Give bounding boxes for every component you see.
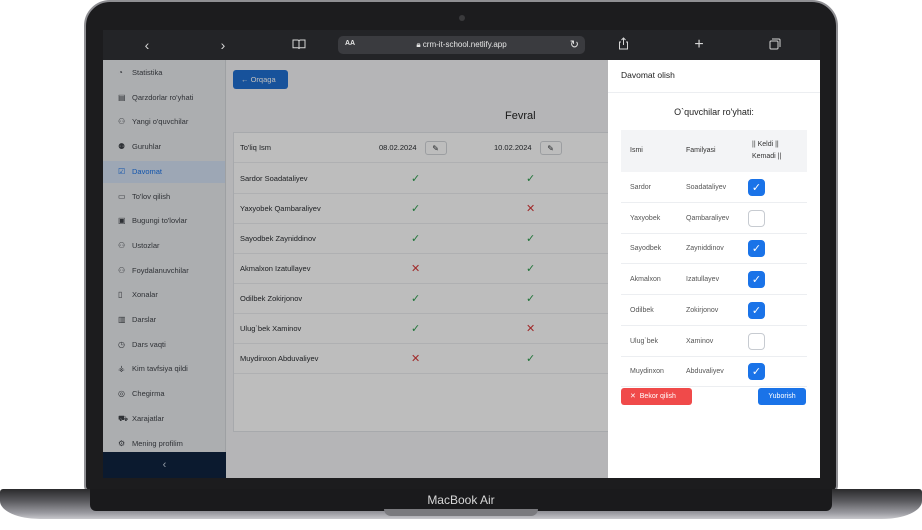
student-first-name: Ulug`bek <box>630 337 659 345</box>
student-row: Sayodbek Zayniddinov ✓ <box>621 233 807 265</box>
student-last-name: Izatullayev <box>686 276 720 284</box>
back-icon[interactable]: ‹ <box>137 30 157 60</box>
student-row: Akmalxon Izatullayev ✓ <box>621 264 807 296</box>
student-row: Odilbek Zokirjonov ✓ <box>621 295 807 326</box>
student-first-name: Sayodbek <box>630 245 662 253</box>
student-row: Sardor Soadataliyev ✓ <box>621 172 807 203</box>
attendance-panel: Davomat olish O`quvchilar ro'yhati: Ismi… <box>608 60 820 478</box>
header-status-line1: || Keldi || <box>752 141 779 148</box>
laptop-notch <box>384 509 538 516</box>
header-first-name: Ismi <box>630 147 643 154</box>
attendance-checkbox[interactable] <box>748 209 765 227</box>
panel-divider <box>608 92 820 93</box>
panel-subtitle: O`quvchilar ro'yhati: <box>674 107 754 117</box>
cancel-button[interactable]: ✕ Bekor qilish <box>621 388 692 405</box>
student-last-name: Soadataliyev <box>686 184 727 191</box>
new-tab-icon[interactable]: + <box>689 30 709 60</box>
attendance-checkbox[interactable] <box>748 332 765 350</box>
modal-backdrop[interactable] <box>103 60 608 478</box>
student-last-name: Zokirjonov <box>686 306 719 314</box>
tabs-overview-icon[interactable] <box>765 30 785 60</box>
student-list-header: Ismi Familyasi || Keldi || Kemadi || <box>621 130 807 172</box>
attendance-checkbox[interactable]: ✓ <box>748 271 765 289</box>
device-label: MacBook Air <box>427 493 495 507</box>
reload-icon[interactable]: ↻ <box>570 38 579 51</box>
app: ⚙ Mening profilim ⛟ Xarajatlar ◎ Chegirma ⚶ Kim… <box>103 60 820 478</box>
submit-button[interactable]: Yuborish <box>758 388 806 405</box>
attendance-checkbox[interactable]: ✓ <box>748 179 765 196</box>
header-status-line2: Kemadi || <box>752 153 782 160</box>
header-last-name: Familyasi <box>686 147 716 154</box>
forward-icon[interactable]: › <box>213 30 233 60</box>
student-last-name: Xaminov <box>686 337 714 345</box>
attendance-checkbox[interactable]: ✓ <box>748 301 765 319</box>
student-row: Muydinxon Abduvaliyev ✓ <box>621 356 807 388</box>
panel-title: Davomat olish <box>621 70 675 80</box>
attendance-checkbox[interactable]: ✓ <box>748 363 765 381</box>
student-first-name: Sardor <box>630 184 652 191</box>
share-icon[interactable] <box>613 30 633 60</box>
student-last-name: Qambaraliyev <box>686 214 730 222</box>
url-bar[interactable]: AA 🔒︎ crm-it-school.netlify.app ↻ <box>338 36 585 54</box>
browser-toolbar: ‹ › AA 🔒︎ crm-it-school.netlify.app ↻ + <box>103 30 820 60</box>
student-first-name: Akmalxon <box>630 276 661 284</box>
camera <box>459 15 465 21</box>
close-icon: ✕ <box>630 393 640 400</box>
student-last-name: Abduvaliyev <box>686 368 724 376</box>
student-last-name: Zayniddinov <box>686 245 724 253</box>
attendance-checkbox[interactable]: ✓ <box>748 240 765 258</box>
student-first-name: Yaxyobek <box>630 214 661 222</box>
student-row: Ulug`bek Xaminov <box>621 326 807 357</box>
bookmarks-icon[interactable] <box>289 30 309 60</box>
student-first-name: Muydinxon <box>630 368 664 376</box>
student-first-name: Odilbek <box>630 306 654 314</box>
screen: ‹ › AA 🔒︎ crm-it-school.netlify.app ↻ + … <box>103 30 820 478</box>
url-text: crm-it-school.netlify.app <box>422 40 507 49</box>
student-row: Yaxyobek Qambaraliyev <box>621 203 807 234</box>
